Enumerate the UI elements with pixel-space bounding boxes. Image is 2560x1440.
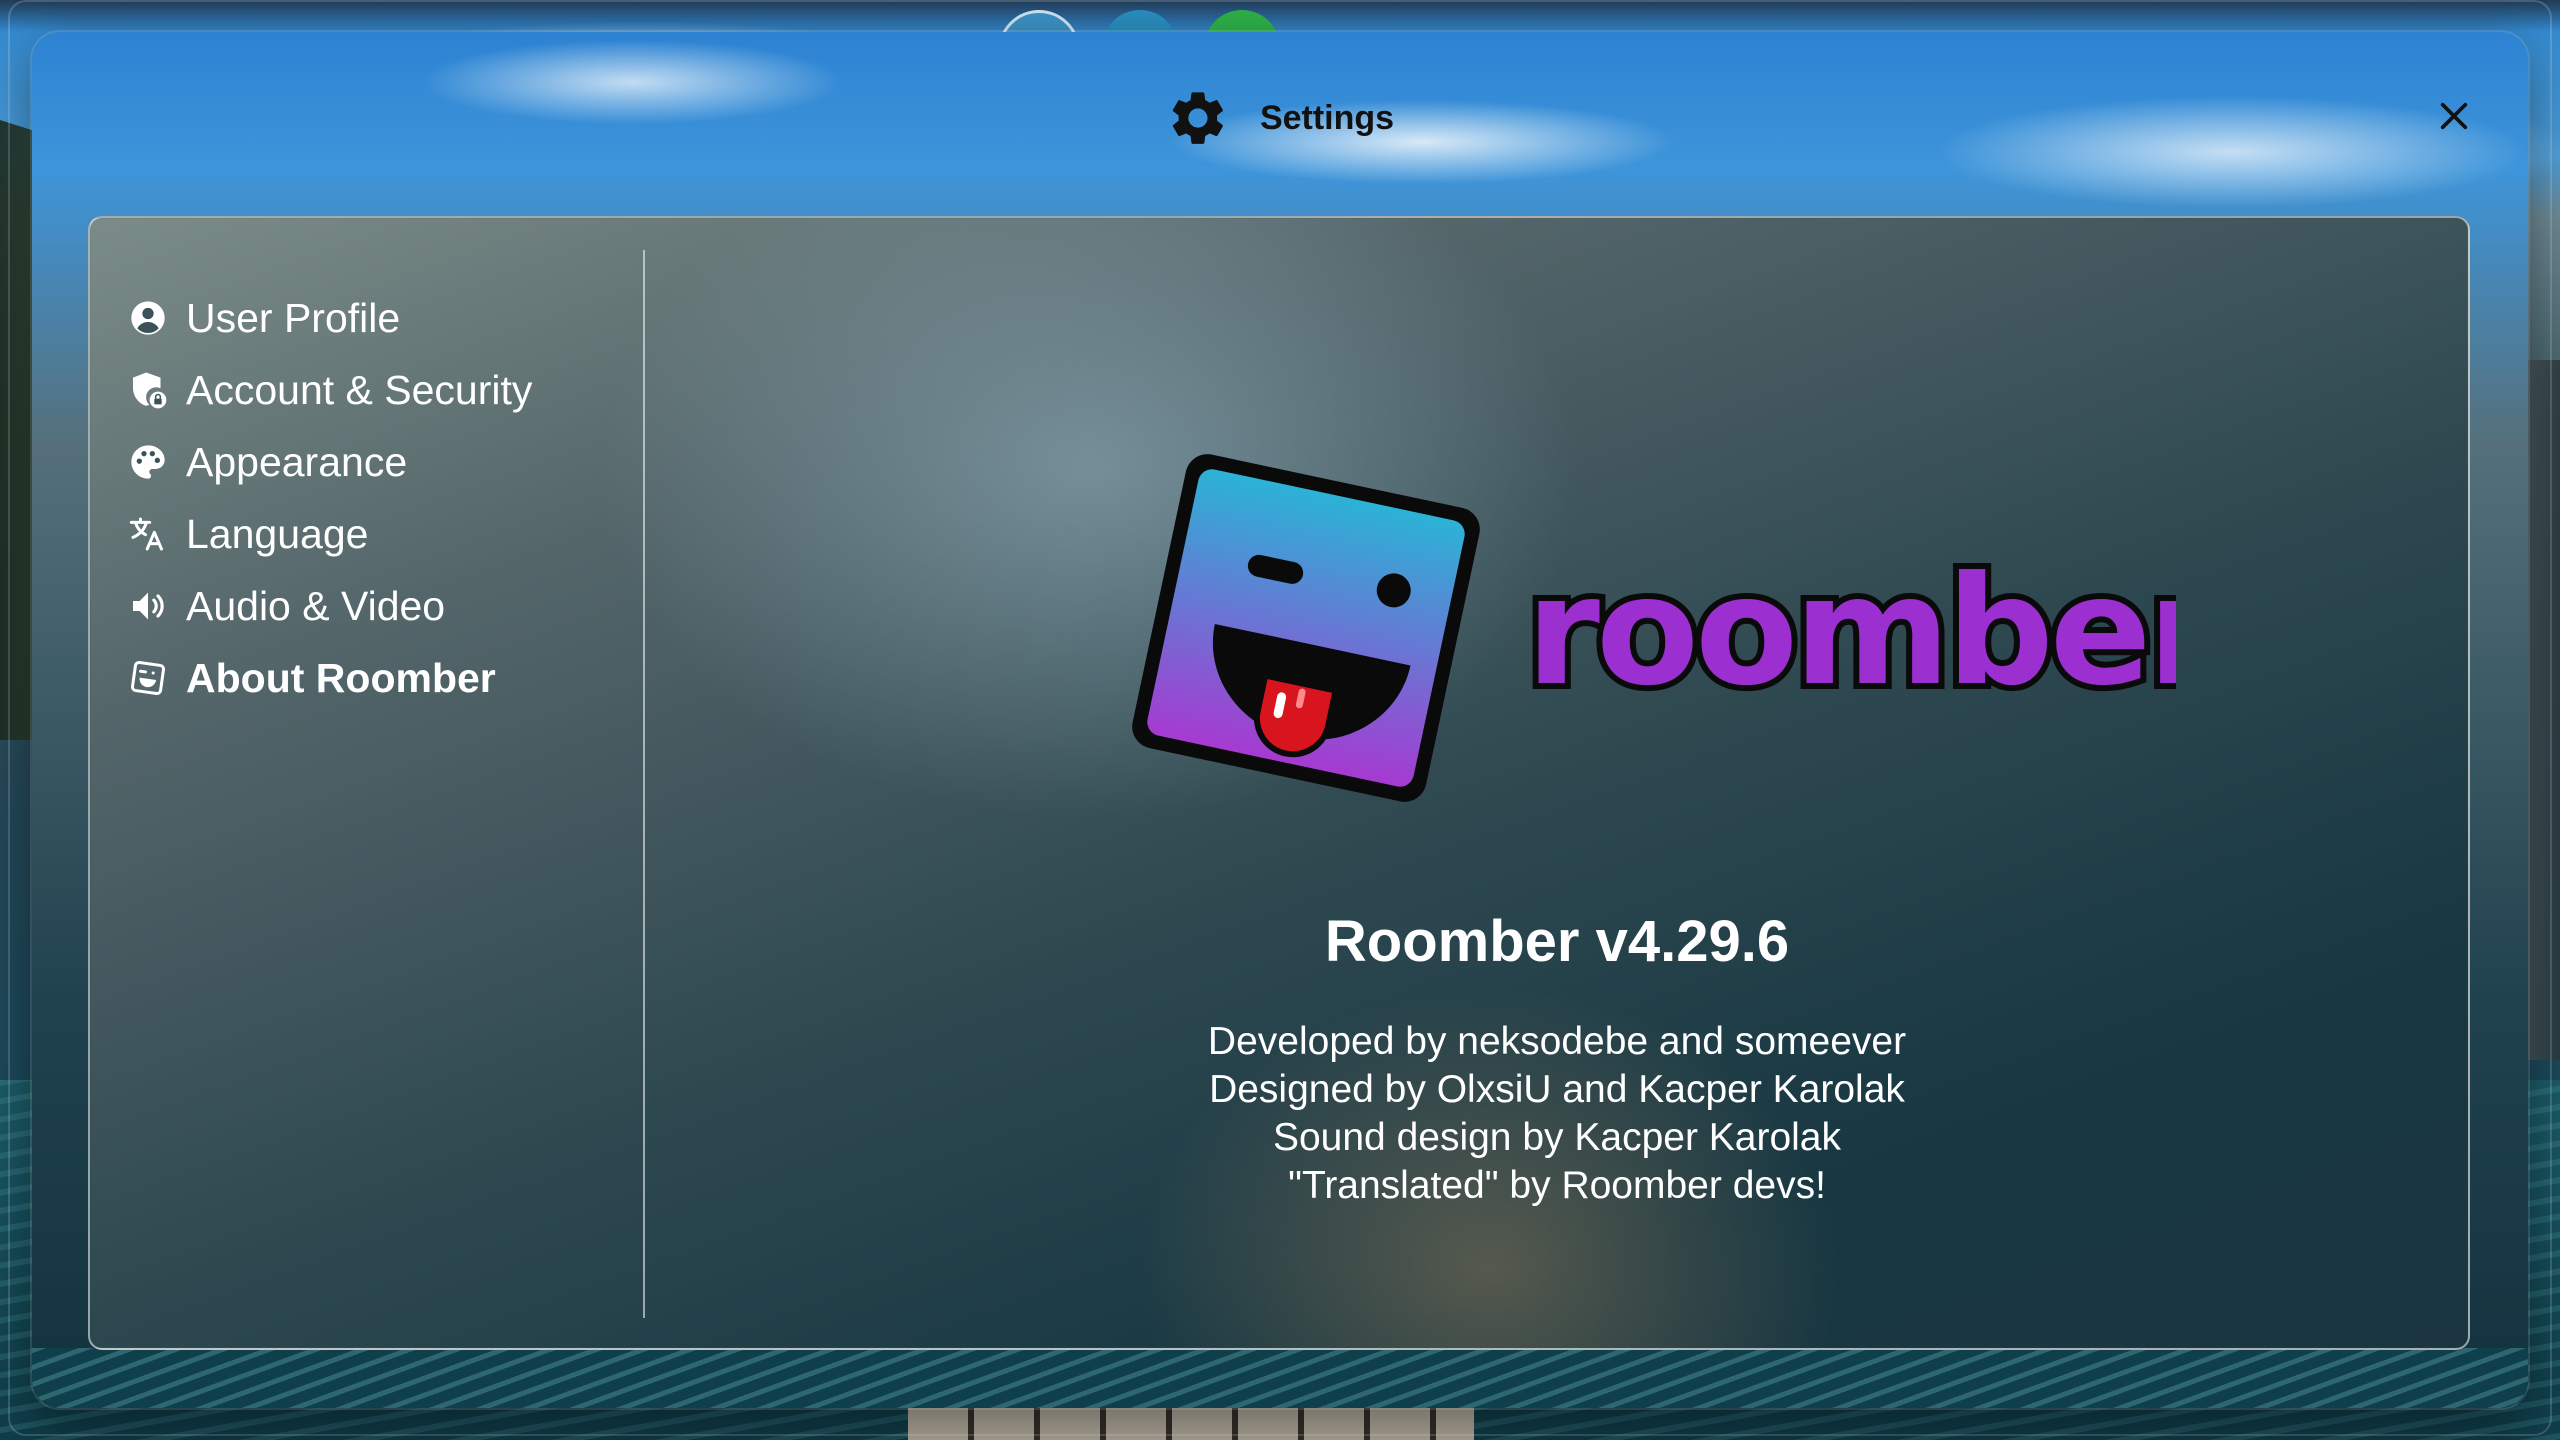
credits-line: Designed by OlxsiU and Kacper Karolak [1209, 1068, 1905, 1111]
settings-sidebar: User Profile Account & Security Appearan… [90, 218, 610, 1348]
roomber-logo-icon [128, 658, 168, 698]
gear-icon [1166, 86, 1230, 150]
sidebar-item-label: User Profile [186, 294, 401, 341]
settings-title-group: Settings [1166, 86, 1394, 150]
roomber-logo: roomber [1116, 438, 2231, 838]
sidebar-item-label: Account & Security [186, 366, 533, 413]
translate-icon [128, 514, 168, 554]
sidebar-item-label: Appearance [186, 438, 408, 485]
shield-lock-icon [128, 370, 168, 410]
about-section: roomber Roomber v4.29.6 Developed by nek… [646, 218, 2468, 1348]
sidebar-item-label: Language [186, 510, 369, 557]
close-icon [2437, 99, 2471, 138]
speaker-icon [128, 586, 168, 626]
roomber-wordmark: roomber [1526, 545, 2176, 719]
sidebar-divider [643, 250, 645, 1318]
credits-line: Developed by neksodebe and someever [1207, 1020, 1907, 1063]
credits-line: "Translated" by Roomber devs! [1288, 1164, 1826, 1207]
settings-nav: User Profile Account & Security Appearan… [128, 282, 532, 714]
sidebar-item-label: Audio & Video [186, 582, 446, 629]
about-credits: Developed by neksodebe and someever Desi… [646, 1018, 2468, 1210]
sidebar-item-account-security[interactable]: Account & Security [128, 354, 532, 426]
sidebar-item-user-profile[interactable]: User Profile [128, 282, 532, 354]
palette-icon [128, 442, 168, 482]
roomber-mascot [1132, 454, 1480, 802]
about-version-title: Roomber v4.29.6 [1324, 909, 1790, 974]
user-circle-icon [128, 298, 168, 338]
credits-line: Sound design by Kacper Karolak [1272, 1116, 1842, 1159]
settings-title: Settings [1259, 98, 1395, 137]
sidebar-item-appearance[interactable]: Appearance [128, 426, 532, 498]
close-button[interactable] [2432, 96, 2476, 140]
settings-header: Settings [32, 32, 2528, 216]
sidebar-item-language[interactable]: Language [128, 498, 532, 570]
sidebar-item-audio-video[interactable]: Audio & Video [128, 570, 532, 642]
sidebar-item-about-roomber[interactable]: About Roomber [128, 642, 532, 714]
sidebar-item-label: About Roomber [186, 654, 496, 701]
settings-window: Settings User Profile Account & Security… [32, 32, 2528, 1408]
settings-panel: User Profile Account & Security Appearan… [88, 216, 2470, 1350]
